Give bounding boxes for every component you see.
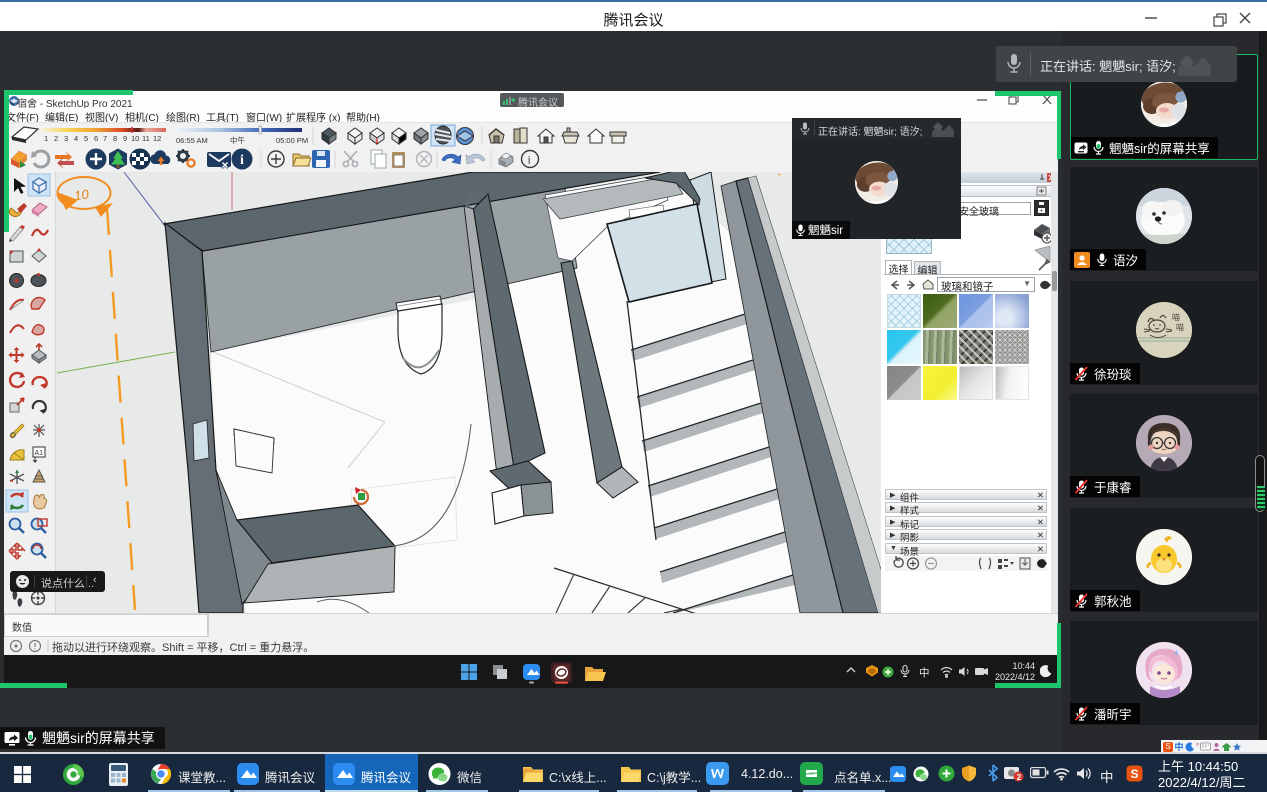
- svg-text:喵: 喵: [1172, 313, 1180, 322]
- svg-text:2: 2: [1017, 773, 1022, 782]
- svg-text:11: 11: [142, 134, 150, 143]
- svg-text:12: 12: [153, 134, 161, 143]
- svg-text:1: 1: [44, 134, 48, 143]
- svg-text:i: i: [528, 153, 532, 167]
- svg-text:9: 9: [123, 134, 127, 143]
- svg-text:5: 5: [84, 134, 88, 143]
- svg-text:3: 3: [64, 134, 68, 143]
- svg-text:6: 6: [94, 134, 98, 143]
- svg-text:i: i: [240, 153, 244, 168]
- svg-text:中午: 中午: [230, 135, 245, 145]
- svg-text:05:00 PM: 05:00 PM: [276, 136, 308, 145]
- svg-text:8: 8: [113, 134, 117, 143]
- svg-text:S: S: [1131, 767, 1139, 781]
- svg-text:喵: 喵: [1176, 323, 1184, 332]
- svg-text:4: 4: [74, 134, 78, 143]
- svg-text:2: 2: [54, 134, 58, 143]
- svg-text:10: 10: [131, 134, 139, 143]
- svg-text:7: 7: [103, 134, 107, 143]
- svg-text:06:55 AM: 06:55 AM: [176, 136, 208, 145]
- svg-text:中: 中: [919, 666, 930, 679]
- svg-text:A1: A1: [35, 450, 44, 457]
